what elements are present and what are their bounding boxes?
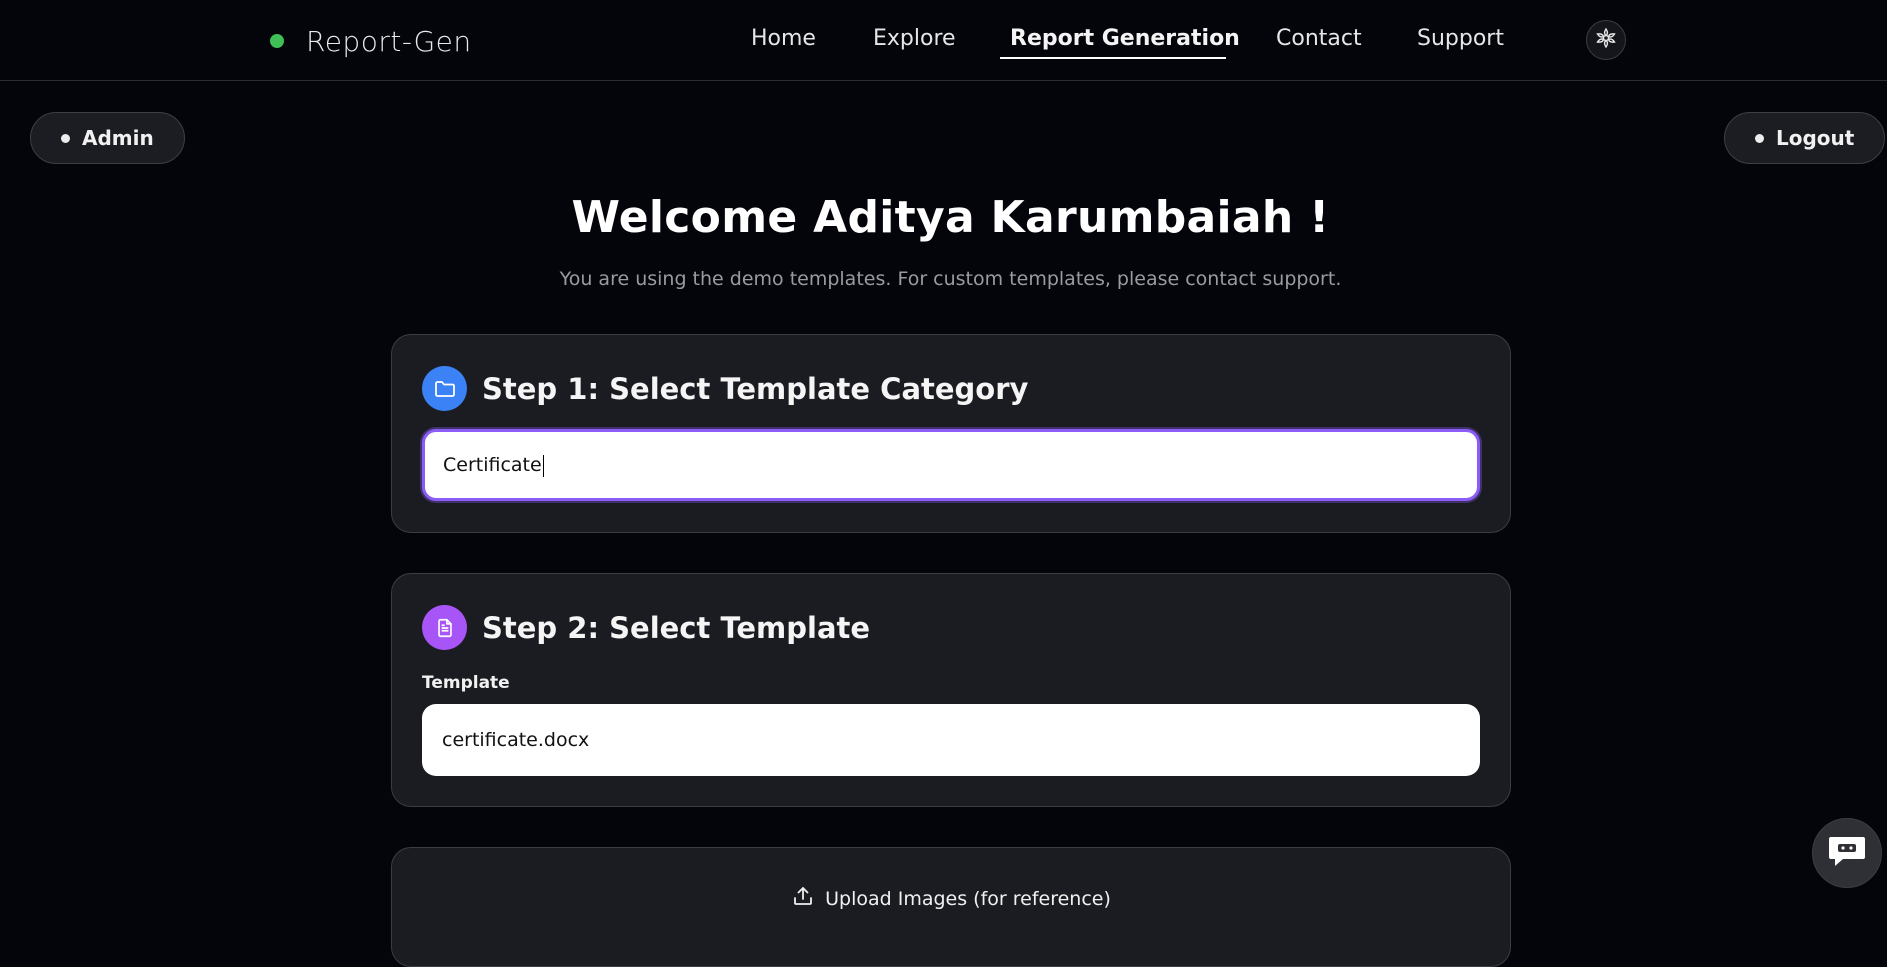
nav-item-support[interactable]: Support xyxy=(1417,24,1504,54)
chat-button[interactable] xyxy=(1812,818,1882,888)
admin-dot-icon xyxy=(61,133,70,143)
upload-card: Upload Images (for reference) xyxy=(391,847,1511,967)
text-caret xyxy=(542,454,544,477)
step1-card: Step 1: Select Template Category Certifi… xyxy=(391,334,1511,533)
nav-item-report-generation[interactable]: Report Generation xyxy=(1010,24,1240,54)
active-nav-indicator xyxy=(1000,57,1226,59)
flower-icon xyxy=(1594,26,1618,54)
step1-title: Step 1: Select Template Category xyxy=(482,371,1029,406)
theme-toggle-button[interactable] xyxy=(1586,20,1626,60)
upload-label: Upload Images (for reference) xyxy=(825,887,1111,910)
logout-dot-icon xyxy=(1755,133,1764,143)
upload-images-button[interactable]: Upload Images (for reference) xyxy=(392,884,1510,913)
admin-label: Admin xyxy=(82,126,154,150)
step2-card: Step 2: Select Template Template certifi… xyxy=(391,573,1511,807)
top-navbar: Report-Gen Home Explore Report Generatio… xyxy=(0,0,1887,81)
chat-icon xyxy=(1827,833,1867,873)
upload-icon xyxy=(791,884,815,913)
step2-header: Step 2: Select Template xyxy=(422,605,870,650)
admin-button[interactable]: Admin xyxy=(30,112,185,164)
logout-label: Logout xyxy=(1776,126,1855,150)
welcome-title: Welcome Aditya Karumbaiah ! xyxy=(571,192,1330,243)
folder-icon xyxy=(422,366,467,411)
step1-header: Step 1: Select Template Category xyxy=(422,366,1028,411)
step2-title: Step 2: Select Template xyxy=(482,610,871,645)
template-field-label: Template xyxy=(422,673,510,693)
welcome-subtitle: You are using the demo templates. For cu… xyxy=(559,268,1342,290)
document-icon xyxy=(422,605,467,650)
template-select-value: certificate.docx xyxy=(442,729,590,751)
template-category-input[interactable]: Certificate xyxy=(422,429,1480,501)
nav-item-explore[interactable]: Explore xyxy=(873,24,956,54)
nav-item-contact[interactable]: Contact xyxy=(1276,24,1362,54)
nav-item-home[interactable]: Home xyxy=(751,24,816,54)
logout-button[interactable]: Logout xyxy=(1724,112,1886,164)
template-category-value: Certificate xyxy=(443,454,542,476)
template-select[interactable]: certificate.docx xyxy=(422,704,1480,776)
